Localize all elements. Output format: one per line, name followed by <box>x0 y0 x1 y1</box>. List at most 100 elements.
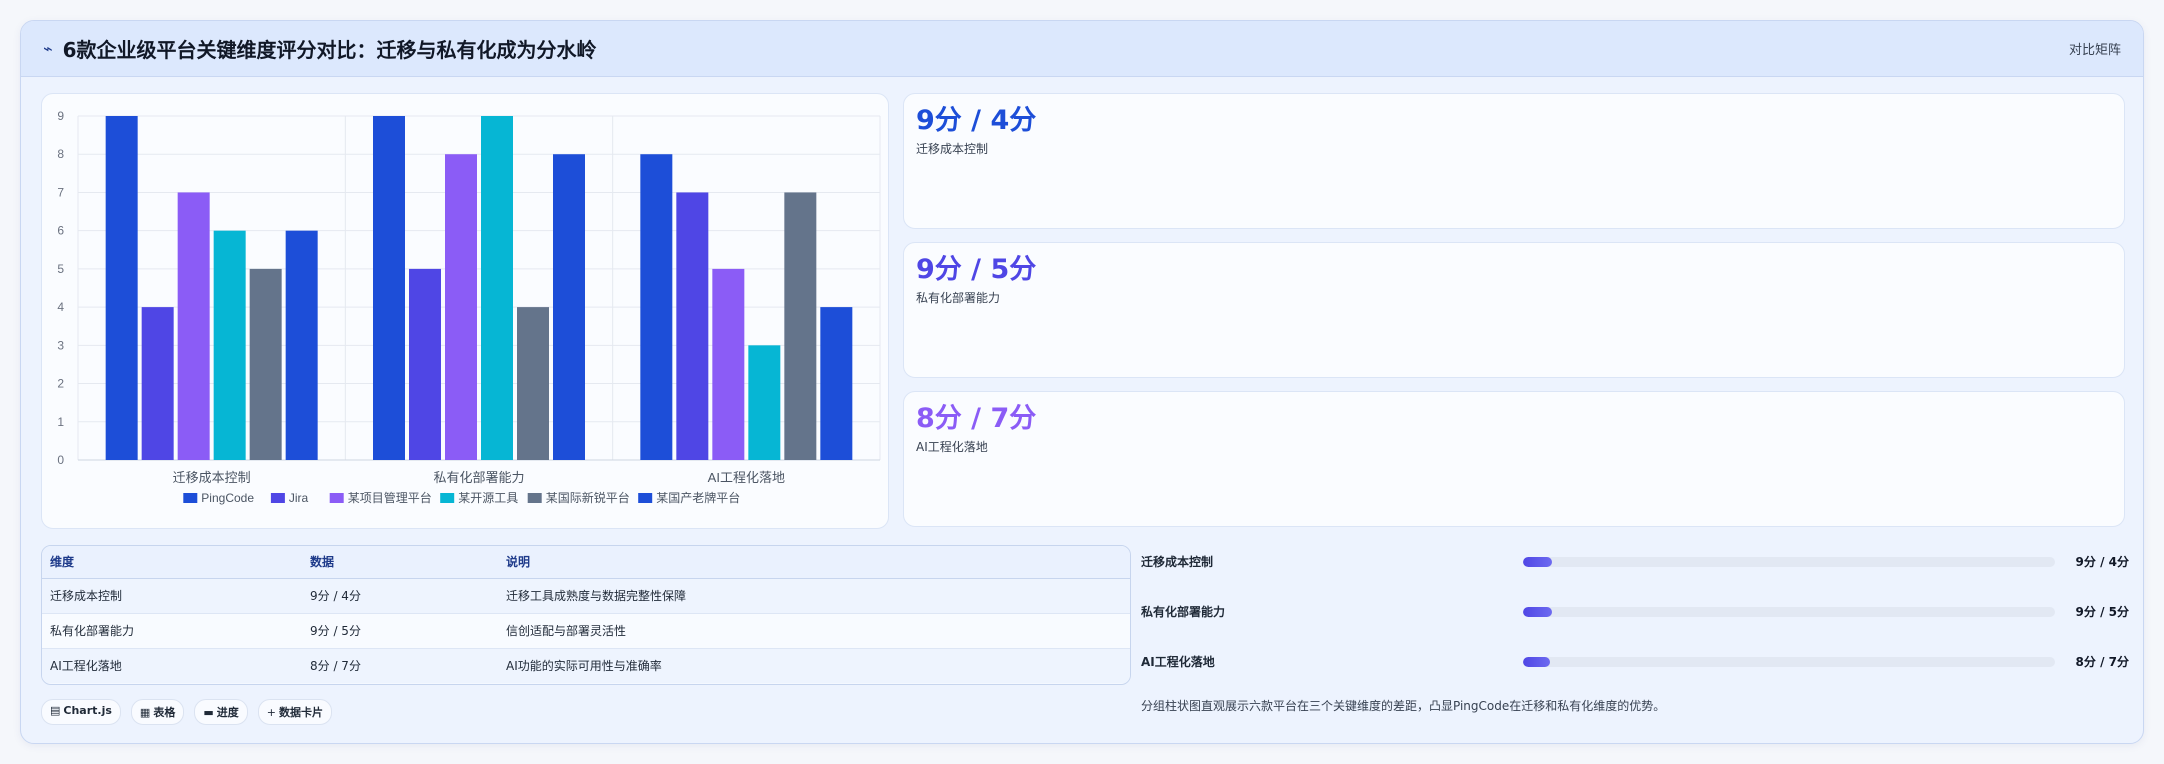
bar <box>712 268 745 460</box>
legend-swatch <box>270 493 285 503</box>
progress-value: 9分 / 4分 <box>2075 555 2129 569</box>
bar <box>676 192 709 460</box>
table-cell: 9分 / 4分 <box>302 578 498 614</box>
x-tick-label: 迁移成本控制 <box>173 470 251 485</box>
stat-value: 9分 / 5分 <box>916 254 1037 285</box>
legend-label: Jira <box>289 491 309 505</box>
progress-track <box>1523 607 2055 617</box>
table-row: AI工程化落地 8分 / 7分 AI功能的实际可用性与准确率 <box>42 648 1130 683</box>
feature-tags: ▤ Chart.js ▦ 表格 ▬ 进度 + 数据卡片 <box>41 699 332 725</box>
table-cell: 迁移成本控制 <box>42 578 302 614</box>
tag-progress[interactable]: ▬ 进度 <box>194 699 248 725</box>
bar <box>105 116 138 460</box>
progress-value: 9分 / 5分 <box>2075 605 2129 619</box>
page-title: 6款企业级平台关键维度评分对比：迁移与私有化成为分水岭 <box>62 38 597 62</box>
table-row: 私有化部署能力 9分 / 5分 信创适配与部署灵活性 <box>42 613 1130 649</box>
y-tick-label: 6 <box>57 224 64 238</box>
legend-label: 某开源工具 <box>458 491 518 505</box>
chart-icon: ▤ <box>50 704 61 717</box>
chart-note: 分组柱状图直观展示六款平台在三个关键维度的差距，凸显PingCode在迁移和私有… <box>1141 699 1666 713</box>
progress-icon: ▬ <box>203 706 214 719</box>
tag-label: 数据卡片 <box>278 706 323 719</box>
bar <box>517 307 549 460</box>
bar <box>409 268 441 460</box>
legend-label: PingCode <box>201 491 254 505</box>
tag-table[interactable]: ▦ 表格 <box>130 699 185 725</box>
tag-chartjs[interactable]: ▤ Chart.js <box>41 699 121 725</box>
tag-label: 表格 <box>153 706 176 719</box>
x-tick-label: AI工程化落地 <box>708 470 785 485</box>
y-tick-label: 8 <box>57 147 64 161</box>
table-cell: 8分 / 7分 <box>302 648 498 683</box>
table-cell: 私有化部署能力 <box>42 613 302 649</box>
progress-track <box>1523 657 2055 667</box>
bar-chart: 0 1 2 3 4 5 6 7 8 9 迁移成本控制 私有化部署能力 AI工程化落地 PingCode Ji… <box>57 109 881 505</box>
comparison-panel: ⌁ 6款企业级平台关键维度评分对比：迁移与私有化成为分水岭 对比矩阵 0 1 2 3 4… <box>20 20 2144 744</box>
tag-label: Chart.js <box>63 704 112 717</box>
y-tick-label: 1 <box>57 415 64 429</box>
table-icon: ▦ <box>139 706 151 719</box>
bar <box>481 116 513 460</box>
progress-row: 迁移成本控制 9分 / 4分 <box>1141 545 2141 595</box>
bar <box>285 230 318 460</box>
bar-chart-card: 0 1 2 3 4 5 6 7 8 9 迁移成本控制 私有化部署能力 AI工程化落地 PingCode Ji… <box>41 93 889 529</box>
y-tick-label: 9 <box>57 109 64 123</box>
progress-fill <box>1523 607 1553 617</box>
trend-icon: ⌁ <box>43 39 53 58</box>
y-tick-label: 2 <box>57 377 64 391</box>
y-tick-label: 5 <box>57 262 64 276</box>
y-tick-label: 0 <box>57 453 64 467</box>
stat-card-private-deploy: 9分 / 5分 私有化部署能力 <box>903 242 2125 378</box>
stat-label: 私有化部署能力 <box>916 291 1001 305</box>
data-table: 维度 数据 说明 迁移成本控制 9分 / 4分 迁移工具成熟度与数据完整性保障 … <box>41 545 1131 685</box>
legend-swatch <box>329 493 344 503</box>
progress-label: AI工程化落地 <box>1141 655 1215 669</box>
bar <box>784 192 817 460</box>
table-cell: AI工程化落地 <box>42 648 302 683</box>
progress-fill <box>1523 657 1550 667</box>
progress-track <box>1523 557 2055 567</box>
legend-label: 某国际新锐平台 <box>546 490 630 505</box>
panel-header: ⌁ 6款企业级平台关键维度评分对比：迁移与私有化成为分水岭 对比矩阵 <box>21 21 2143 77</box>
stat-value: 9分 / 4分 <box>916 105 1037 136</box>
table-row: 迁移成本控制 9分 / 4分 迁移工具成熟度与数据完整性保障 <box>42 578 1130 614</box>
y-tick-label: 4 <box>57 300 64 314</box>
stat-card-ai: 8分 / 7分 AI工程化落地 <box>903 391 2125 527</box>
stat-value: 8分 / 7分 <box>916 403 1037 434</box>
table-cell: AI功能的实际可用性与准确率 <box>498 648 1130 683</box>
legend-label: 某项目管理平台 <box>348 490 432 505</box>
legend-swatch <box>183 493 198 503</box>
y-tick-label: 7 <box>57 185 64 199</box>
progress-fill <box>1523 557 1553 567</box>
tag-data-card[interactable]: + 数据卡片 <box>257 699 332 725</box>
table-cell: 信创适配与部署灵活性 <box>498 613 1130 649</box>
bar <box>445 154 477 460</box>
stat-label: 迁移成本控制 <box>916 142 989 156</box>
bar <box>213 230 246 460</box>
bar <box>177 192 210 460</box>
bar <box>820 307 853 460</box>
progress-list: 迁移成本控制 9分 / 4分 私有化部署能力 9分 / 5分 AI工程化落地 8… <box>1141 545 2141 695</box>
progress-value: 8分 / 7分 <box>2075 655 2129 669</box>
bar <box>640 154 673 460</box>
bar <box>373 116 405 460</box>
progress-label: 迁移成本控制 <box>1141 555 1214 569</box>
bar <box>249 268 282 460</box>
matrix-badge: 对比矩阵 <box>2068 43 2121 58</box>
table-header-dimension: 维度 <box>42 546 302 579</box>
x-tick-label: 私有化部署能力 <box>433 470 524 485</box>
table-header-description: 说明 <box>498 546 1130 579</box>
table-cell: 迁移工具成熟度与数据完整性保障 <box>498 578 1130 614</box>
bar <box>553 154 585 460</box>
progress-row: 私有化部署能力 9分 / 5分 <box>1141 595 2141 645</box>
table-cell: 9分 / 5分 <box>302 613 498 649</box>
bar <box>748 345 781 460</box>
legend-swatch <box>638 493 653 503</box>
progress-row: AI工程化落地 8分 / 7分 <box>1141 645 2141 695</box>
progress-label: 私有化部署能力 <box>1141 605 1226 619</box>
legend-label: 某国产老牌平台 <box>656 490 740 505</box>
plus-icon: + <box>266 706 276 719</box>
legend-swatch <box>527 493 542 503</box>
bar <box>141 307 174 460</box>
table-header-data: 数据 <box>302 546 498 579</box>
